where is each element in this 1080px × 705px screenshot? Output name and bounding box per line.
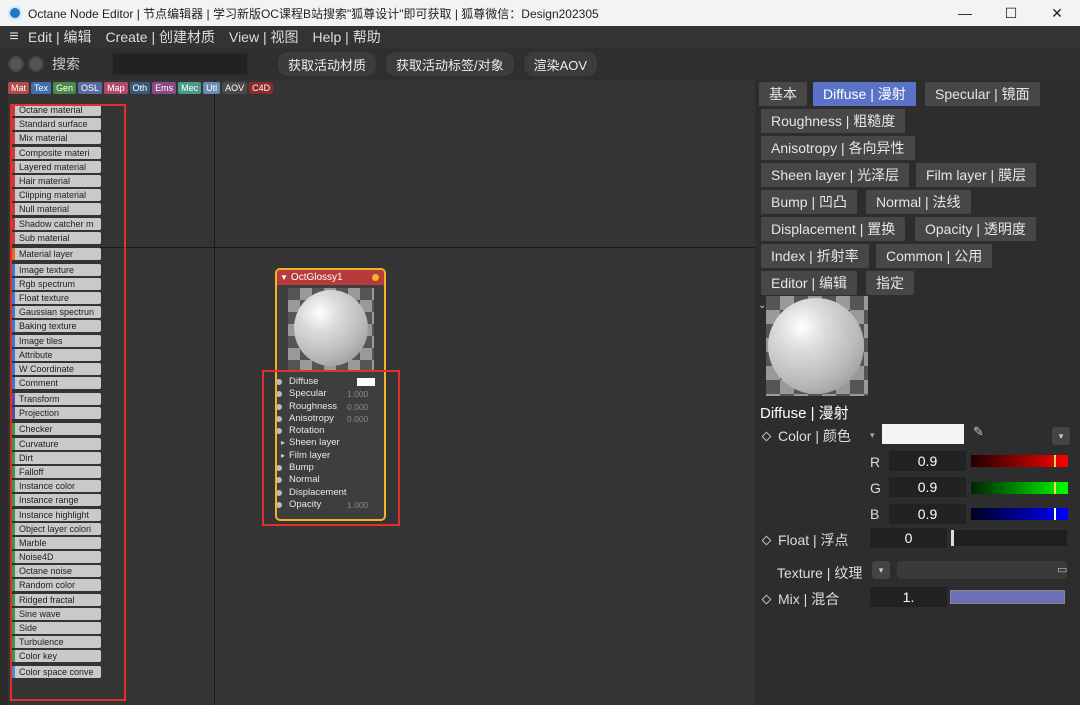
menu-edit[interactable]: Edit | 编辑 <box>28 27 92 47</box>
category-tag-map[interactable]: Map <box>104 82 128 94</box>
b-value-field[interactable]: 0.9 <box>889 504 966 524</box>
category-tag-c4d[interactable]: C4D <box>249 82 274 94</box>
mix-row: Mix | 混合 <box>761 589 840 609</box>
g-slider[interactable] <box>971 482 1068 494</box>
category-tag-mat[interactable]: Mat <box>8 82 30 94</box>
g-value-field[interactable]: 0.9 <box>889 477 966 497</box>
get-active-material-button[interactable]: 获取活动材质 <box>278 52 377 76</box>
float-slider[interactable] <box>951 530 1067 546</box>
tab-index[interactable]: Index | 折射率 <box>761 244 869 268</box>
link-icon[interactable] <box>28 56 44 72</box>
category-tag-tex[interactable]: Tex <box>31 82 52 94</box>
section-title: Diffuse | 漫射 <box>760 405 849 422</box>
eyedropper-icon[interactable]: ✎ <box>973 424 984 440</box>
r-slider-handle[interactable] <box>1054 455 1056 467</box>
menu-view[interactable]: View | 视图 <box>229 27 299 47</box>
menu-help[interactable]: Help | 帮助 <box>313 27 381 47</box>
category-tags: Mat Tex Gen OSL Map Oth Ems Mec Utl AOV C4D <box>8 82 274 94</box>
search-label: 搜索 <box>52 56 80 72</box>
color-mode-dropdown[interactable]: ▾ <box>1052 427 1070 445</box>
category-tag-utl[interactable]: Utl <box>203 82 221 94</box>
grid-line-horizontal <box>100 247 755 248</box>
tab-opacity[interactable]: Opacity | 透明度 <box>915 217 1036 241</box>
tab-editor[interactable]: Editor | 编辑 <box>761 271 857 295</box>
tab-normal[interactable]: Normal | 法线 <box>866 190 971 214</box>
grid-line-vertical <box>214 80 215 705</box>
node-header[interactable]: ▼ OctGlossy1 <box>277 270 384 285</box>
g-label: G <box>870 480 881 496</box>
properties-panel: 基本 Diffuse | 漫射 Specular | 镜面 Roughness … <box>755 80 1080 705</box>
node-preview <box>288 288 374 372</box>
float-row: Float | 浮点 <box>761 530 849 550</box>
color-dropdown-arrow-icon[interactable]: ▾ <box>870 430 875 441</box>
category-tag-oth[interactable]: Oth <box>129 82 151 94</box>
tab-assign[interactable]: 指定 <box>866 271 914 295</box>
keyframe-diamond-icon[interactable] <box>761 431 772 442</box>
tab-film-layer[interactable]: Film layer | 膜层 <box>916 163 1037 187</box>
menu-create[interactable]: Create | 创建材质 <box>106 27 215 47</box>
node-output-port[interactable] <box>372 274 379 281</box>
category-tag-osl[interactable]: OSL <box>78 82 103 94</box>
app-icon <box>8 6 22 20</box>
color-label: Color | 颜色 <box>778 428 851 444</box>
folder-icon[interactable]: ▭ <box>1057 563 1067 576</box>
r-value-field[interactable]: 0.9 <box>889 451 966 471</box>
preview-sphere-large <box>768 298 864 394</box>
tab-specular[interactable]: Specular | 镜面 <box>925 82 1040 106</box>
render-aov-button[interactable]: 渲染AOV <box>523 52 598 76</box>
tab-bump[interactable]: Bump | 凹凸 <box>761 190 857 214</box>
tab-anisotropy[interactable]: Anisotropy | 各向异性 <box>761 136 915 160</box>
node-title: OctGlossy1 <box>290 272 343 283</box>
category-tag-mec[interactable]: Mec <box>178 82 202 94</box>
title-bar: Octane Node Editor | 节点编辑器 | 学习新版OC课程B站搜… <box>0 0 1080 26</box>
texture-dropdown[interactable]: ▾ <box>872 561 890 579</box>
node-editor-canvas[interactable]: Mat Tex Gen OSL Map Oth Ems Mec Utl AOV C4D Octane… <box>0 80 755 705</box>
texture-field[interactable] <box>897 561 1067 579</box>
preview-sphere <box>294 290 368 366</box>
mix-label: Mix | 混合 <box>778 591 840 607</box>
highlight-box-list <box>10 104 126 701</box>
keyframe-diamond-icon[interactable] <box>761 594 772 605</box>
left-strip <box>0 80 8 705</box>
tab-sheen-layer[interactable]: Sheen layer | 光泽层 <box>761 163 910 187</box>
maximize-button[interactable]: ☐ <box>988 0 1034 26</box>
category-tag-ems[interactable]: Ems <box>152 82 177 94</box>
material-preview <box>766 296 868 396</box>
category-tag-aov[interactable]: AOV <box>222 82 248 94</box>
float-label: Float | 浮点 <box>778 532 849 548</box>
highlight-box-ports <box>262 370 400 526</box>
mix-slider[interactable] <box>950 590 1065 604</box>
texture-label: Texture | 纹理 <box>777 565 863 581</box>
close-button[interactable]: ✕ <box>1034 0 1080 26</box>
hamburger-icon[interactable]: ≡ <box>0 28 28 46</box>
tab-common[interactable]: Common | 公用 <box>876 244 993 268</box>
float-slider-handle[interactable] <box>951 530 954 546</box>
texture-row: Texture | 纹理 <box>777 563 862 583</box>
b-label: B <box>870 506 880 522</box>
b-slider[interactable] <box>971 508 1068 520</box>
color-swatch[interactable] <box>882 424 964 444</box>
toolbar: 搜索 获取活动材质 获取活动标签/对象 渲染AOV <box>0 48 1080 80</box>
g-slider-handle[interactable] <box>1054 482 1056 494</box>
tab-displacement[interactable]: Displacement | 置换 <box>761 217 906 241</box>
float-value-field[interactable]: 0 <box>870 528 947 548</box>
b-slider-handle[interactable] <box>1054 508 1056 520</box>
node-collapse-icon[interactable]: ▼ <box>280 273 288 282</box>
keyframe-diamond-icon[interactable] <box>761 535 772 546</box>
r-slider[interactable] <box>971 455 1068 467</box>
refresh-icon[interactable] <box>8 56 24 72</box>
menu-bar: ≡ Edit | 编辑 Create | 创建材质 View | 视图 Help… <box>0 26 1080 48</box>
minimize-button[interactable]: — <box>942 0 988 26</box>
mix-value-field[interactable]: 1. <box>870 587 947 607</box>
get-active-tag-button[interactable]: 获取活动标签/对象 <box>386 52 514 76</box>
r-label: R <box>870 454 881 470</box>
tab-roughness[interactable]: Roughness | 粗糙度 <box>761 109 906 133</box>
search-input[interactable] <box>112 53 248 75</box>
category-tag-gen[interactable]: Gen <box>53 82 77 94</box>
tab-diffuse[interactable]: Diffuse | 漫射 <box>813 82 916 106</box>
color-row: Color | 颜色 <box>761 426 851 446</box>
window-title: Octane Node Editor | 节点编辑器 | 学习新版OC课程B站搜… <box>28 6 599 21</box>
tab-basic[interactable]: 基本 <box>759 82 807 106</box>
